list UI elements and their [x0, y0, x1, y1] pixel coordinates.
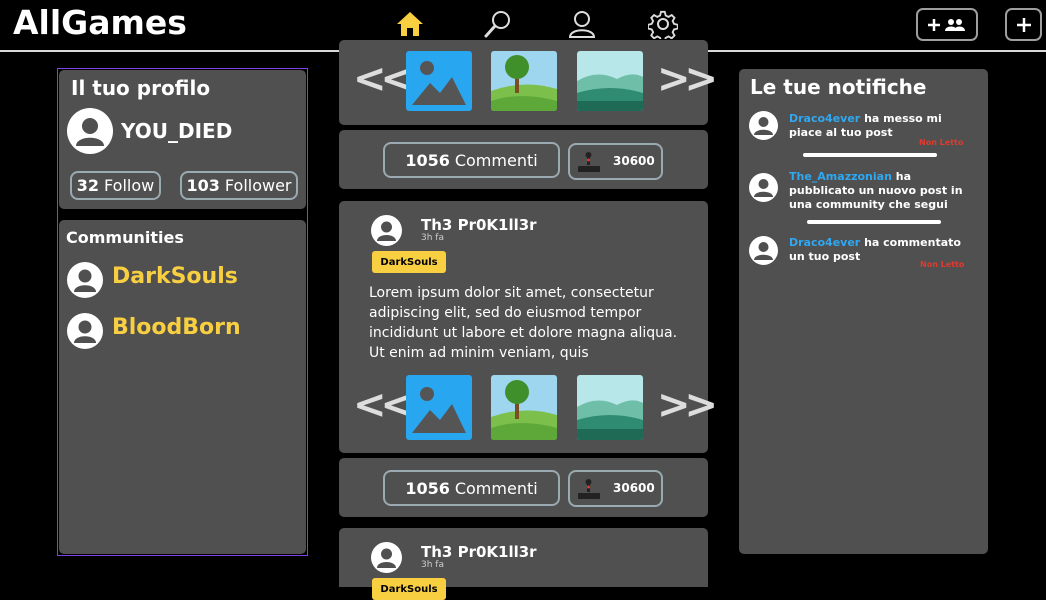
- score-button[interactable]: 30600: [568, 470, 663, 507]
- community-name: BloodBorn: [112, 315, 241, 340]
- notification-avatar: [749, 236, 778, 265]
- community-avatar: [67, 262, 103, 298]
- search-icon[interactable]: [477, 6, 517, 42]
- community-name: DarkSouls: [112, 264, 238, 289]
- add-community-button[interactable]: [916, 8, 978, 41]
- comments-count: 1056: [405, 478, 450, 498]
- landscape-thumb[interactable]: [577, 375, 643, 440]
- divider: [803, 153, 937, 157]
- landscape-thumb[interactable]: [491, 51, 557, 111]
- communities-title: Communities: [66, 228, 184, 247]
- follower-count: 103: [186, 176, 220, 195]
- follow-button[interactable]: 32 Follow: [70, 171, 161, 200]
- gallery-prev-arrow[interactable]: <<: [353, 382, 414, 428]
- follow-count: 32: [76, 176, 100, 195]
- author-avatar[interactable]: [371, 542, 402, 573]
- post-card: Th3 Pr0K1ll3r 3h fa DarkSouls Lorem ipsu…: [339, 201, 718, 453]
- post-actions-bar: 1056 Commenti 30600: [339, 458, 708, 517]
- landscape-thumb[interactable]: [577, 51, 643, 111]
- joystick-icon: [578, 152, 600, 172]
- comments-button[interactable]: 1056 Commenti: [383, 142, 560, 178]
- add-post-button[interactable]: [1005, 8, 1042, 41]
- comments-label: Commenti: [454, 478, 538, 498]
- post-time: 3h fa: [421, 560, 444, 570]
- follower-button[interactable]: 103 Follower: [180, 171, 298, 200]
- image-placeholder-thumb[interactable]: [406, 51, 472, 111]
- profile-title: Il tuo profilo: [71, 76, 211, 100]
- user-icon[interactable]: [562, 6, 602, 42]
- left-sidebar: Il tuo profilo YOU_DIED 32 Follow 103 Fo…: [57, 68, 308, 556]
- joystick-icon: [578, 479, 600, 499]
- post-author[interactable]: Th3 Pr0K1ll3r: [421, 216, 537, 234]
- image-placeholder-thumb[interactable]: [406, 375, 472, 440]
- notification-user[interactable]: The_Amazzonian: [789, 170, 892, 183]
- post-time: 3h fa: [421, 233, 444, 243]
- profile-card: Il tuo profilo YOU_DIED 32 Follow 103 Fo…: [59, 70, 306, 209]
- notification-item[interactable]: Draco4ever ha messo mi piace al tuo post…: [749, 111, 984, 151]
- gallery-next-arrow[interactable]: >>: [657, 382, 718, 428]
- gallery-next-arrow[interactable]: >>: [657, 56, 718, 102]
- avatar[interactable]: [67, 108, 113, 154]
- author-avatar[interactable]: [371, 215, 402, 246]
- community-item[interactable]: BloodBorn: [67, 313, 297, 349]
- follow-label: Follow: [104, 176, 155, 195]
- notification-item[interactable]: Draco4ever ha commentato un tuo post Non…: [749, 236, 984, 276]
- unread-status: Non Letto: [919, 138, 964, 147]
- notifications-title: Le tue notifiche: [750, 75, 927, 99]
- community-tag[interactable]: DarkSouls: [372, 251, 446, 273]
- comments-count: 1056: [405, 150, 450, 170]
- score-value: 30600: [613, 154, 655, 168]
- comments-button[interactable]: 1056 Commenti: [383, 470, 560, 506]
- score-button[interactable]: 30600: [568, 143, 663, 180]
- post-body: Lorem ipsum dolor sit amet, consectetur …: [369, 285, 678, 361]
- notification-user[interactable]: Draco4ever: [789, 112, 860, 125]
- notification-avatar: [749, 111, 778, 140]
- app-logo[interactable]: AllGames: [13, 3, 187, 42]
- post-actions-bar: 1056 Commenti 30600: [339, 130, 708, 189]
- notification-item[interactable]: The_Amazzonian ha pubblicato un nuovo po…: [749, 170, 984, 213]
- notifications-panel: Le tue notifiche Draco4ever ha messo mi …: [739, 69, 988, 554]
- gear-icon[interactable]: [643, 6, 683, 42]
- comments-label: Commenti: [454, 150, 538, 170]
- notification-text: The_Amazzonian ha pubblicato un nuovo po…: [789, 170, 969, 212]
- post-gallery-card: << >>: [339, 40, 718, 125]
- landscape-thumb[interactable]: [491, 375, 557, 440]
- profile-username[interactable]: YOU_DIED: [121, 119, 232, 143]
- gallery-prev-arrow[interactable]: <<: [353, 56, 414, 102]
- divider: [807, 220, 941, 224]
- notification-text: Draco4ever ha messo mi piace al tuo post: [789, 112, 964, 140]
- post-card: Th3 Pr0K1ll3r 3h fa DarkSouls: [339, 528, 708, 600]
- post-author[interactable]: Th3 Pr0K1ll3r: [421, 543, 537, 561]
- notification-avatar: [749, 173, 778, 202]
- score-value: 30600: [613, 481, 655, 495]
- community-item[interactable]: DarkSouls: [67, 262, 297, 298]
- follower-label: Follower: [224, 176, 292, 195]
- community-tag[interactable]: DarkSouls: [372, 578, 446, 600]
- community-avatar: [67, 313, 103, 349]
- unread-status: Non Letto: [920, 260, 965, 269]
- communities-card: Communities DarkSouls BloodBorn: [59, 220, 306, 554]
- home-icon[interactable]: [390, 6, 430, 42]
- notification-user[interactable]: Draco4ever: [789, 236, 860, 249]
